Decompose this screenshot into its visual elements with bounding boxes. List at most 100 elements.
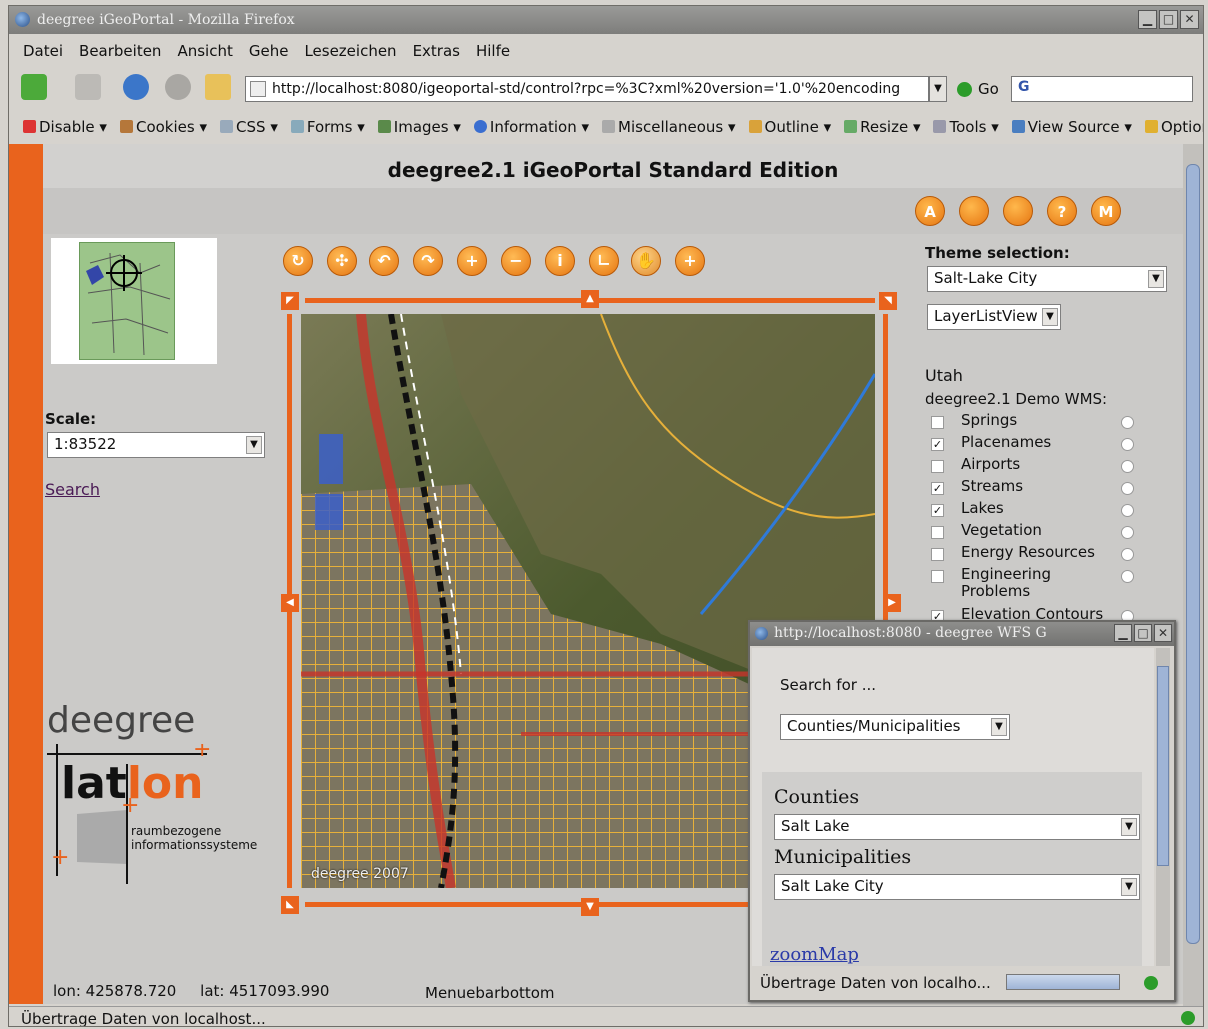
- hand-pan-icon[interactable]: ✋: [631, 246, 661, 276]
- menu-hilfe[interactable]: Hilfe: [476, 42, 510, 62]
- layer-radio[interactable]: [1121, 460, 1134, 473]
- forward-icon[interactable]: [75, 74, 101, 100]
- reload-icon[interactable]: [123, 74, 149, 100]
- header-button-m[interactable]: M: [1091, 196, 1121, 226]
- layer-radio[interactable]: [1121, 548, 1134, 561]
- page-scrollbar[interactable]: [1183, 144, 1203, 1006]
- pan-southwest-button[interactable]: ◣: [281, 896, 299, 914]
- layer-checkbox[interactable]: [931, 570, 944, 583]
- close-button[interactable]: ✕: [1180, 10, 1199, 29]
- layer-radio[interactable]: [1121, 438, 1134, 451]
- layer-radio[interactable]: [1121, 570, 1134, 583]
- url-dropdown-button[interactable]: ▼: [929, 76, 947, 102]
- pan-south-button[interactable]: ▼: [581, 898, 599, 916]
- browser-statusbar: Übertrage Daten von localhost...: [9, 1006, 1203, 1026]
- zoom-out-icon[interactable]: −: [501, 246, 531, 276]
- pan-northeast-button[interactable]: ◥: [879, 292, 897, 310]
- zoom-map-link[interactable]: zoomMap: [770, 944, 859, 965]
- popup-minimize-button[interactable]: ▁: [1114, 624, 1132, 642]
- wms-service-label: deegree2.1 Demo WMS:: [925, 390, 1108, 408]
- devbar-css[interactable]: CSS ▾: [220, 118, 278, 142]
- popup-close-button[interactable]: ✕: [1154, 624, 1172, 642]
- measure-icon[interactable]: ∟: [589, 246, 619, 276]
- search-input[interactable]: G: [1011, 76, 1193, 102]
- page-scrollbar-thumb[interactable]: [1186, 164, 1200, 944]
- search-type-select[interactable]: Counties/Municipalities ▼: [780, 714, 1010, 740]
- chevron-down-icon: ▼: [991, 718, 1007, 736]
- layer-radio[interactable]: [1121, 504, 1134, 517]
- menu-extras[interactable]: Extras: [413, 42, 460, 62]
- popup-scrollbar-thumb[interactable]: [1157, 666, 1169, 866]
- devbar-miscellaneous[interactable]: Miscellaneous ▾: [602, 118, 736, 142]
- pan-west-button[interactable]: ◀: [281, 594, 299, 612]
- pan-icon[interactable]: ✣: [327, 246, 357, 276]
- overview-map-land: [79, 242, 175, 360]
- municipality-value: Salt Lake City: [781, 877, 884, 895]
- devbar-information[interactable]: Information ▾: [473, 118, 589, 142]
- popup-maximize-button[interactable]: □: [1134, 624, 1152, 642]
- header-button-a[interactable]: A: [915, 196, 945, 226]
- layer-checkbox[interactable]: [931, 526, 944, 539]
- devbar-options[interactable]: Options: [1144, 118, 1203, 142]
- devbar-label: Information: [489, 118, 577, 136]
- layer-checkbox[interactable]: ✓: [931, 438, 944, 451]
- undo-icon[interactable]: ↶: [369, 246, 399, 276]
- menu-datei[interactable]: Datei: [23, 42, 63, 62]
- layer-radio[interactable]: [1121, 416, 1134, 429]
- menu-bearbeiten[interactable]: Bearbeiten: [79, 42, 161, 62]
- county-select[interactable]: Salt Lake ▼: [774, 814, 1140, 840]
- layer-checkbox[interactable]: [931, 548, 944, 561]
- url-input[interactable]: http://localhost:8080/igeoportal-std/con…: [245, 76, 929, 102]
- overview-map-drawing: [86, 252, 171, 356]
- menu-ansicht[interactable]: Ansicht: [177, 42, 232, 62]
- chevron-down-icon: ▼: [1042, 308, 1058, 326]
- municipality-select[interactable]: Salt Lake City ▼: [774, 874, 1140, 900]
- header-button-print[interactable]: [1003, 196, 1033, 226]
- scale-select[interactable]: 1:83522 ▼: [47, 432, 265, 458]
- devbar-images[interactable]: Images ▾: [377, 118, 461, 142]
- layer-checkbox[interactable]: ✓: [931, 482, 944, 495]
- left-panel: Scale: 1:83522 ▼ Search deegree + + + lat…: [43, 234, 269, 1004]
- pan-northwest-button[interactable]: ◤: [281, 292, 299, 310]
- resize-icon: [844, 120, 858, 133]
- home-icon[interactable]: [205, 74, 231, 100]
- layer-radio[interactable]: [1121, 526, 1134, 539]
- layer-checkbox[interactable]: ✓: [931, 504, 944, 517]
- window-title: deegree iGeoPortal - Mozilla Firefox: [37, 12, 295, 28]
- minimize-button[interactable]: ▁: [1138, 10, 1157, 29]
- popup-scrollbar[interactable]: [1156, 648, 1170, 966]
- refresh-map-icon[interactable]: ↻: [283, 246, 313, 276]
- add-point-icon[interactable]: +: [675, 246, 705, 276]
- devbar-outline[interactable]: Outline ▾: [748, 118, 831, 142]
- header-button-save[interactable]: [959, 196, 989, 226]
- devbar-label: Miscellaneous: [618, 118, 724, 136]
- go-button[interactable]: Go: [957, 80, 999, 98]
- layer-checkbox[interactable]: [931, 416, 944, 429]
- zoom-in-icon[interactable]: +: [457, 246, 487, 276]
- layer-checkbox[interactable]: [931, 460, 944, 473]
- devbar-disable[interactable]: Disable ▾: [23, 118, 107, 142]
- devbar-tools[interactable]: Tools ▾: [933, 118, 999, 142]
- devbar-forms[interactable]: Forms ▾: [290, 118, 365, 142]
- devbar-resize[interactable]: Resize ▾: [844, 118, 920, 142]
- back-icon[interactable]: [21, 74, 47, 100]
- devbar-label: Images: [393, 118, 449, 136]
- view-value: LayerListView: [934, 307, 1038, 325]
- info-icon[interactable]: i: [545, 246, 575, 276]
- devbar-view-source[interactable]: View Source ▾: [1011, 118, 1132, 142]
- view-select[interactable]: LayerListView ▼: [927, 304, 1061, 330]
- pan-east-button[interactable]: ▶: [883, 594, 901, 612]
- redo-icon[interactable]: ↷: [413, 246, 443, 276]
- help-button[interactable]: ?: [1047, 196, 1077, 226]
- menu-lesezeichen[interactable]: Lesezeichen: [304, 42, 396, 62]
- search-link[interactable]: Search: [45, 480, 100, 499]
- menu-gehe[interactable]: Gehe: [249, 42, 289, 62]
- layer-radio[interactable]: [1121, 482, 1134, 495]
- overview-map[interactable]: [51, 238, 217, 364]
- devbar-cookies[interactable]: Cookies ▾: [119, 118, 207, 142]
- theme-select[interactable]: Salt-Lake City ▼: [927, 266, 1167, 292]
- stop-icon[interactable]: [165, 74, 191, 100]
- maximize-button[interactable]: □: [1159, 10, 1178, 29]
- layer-row: Vegetation: [931, 522, 1141, 542]
- pan-north-button[interactable]: ▲: [581, 290, 599, 308]
